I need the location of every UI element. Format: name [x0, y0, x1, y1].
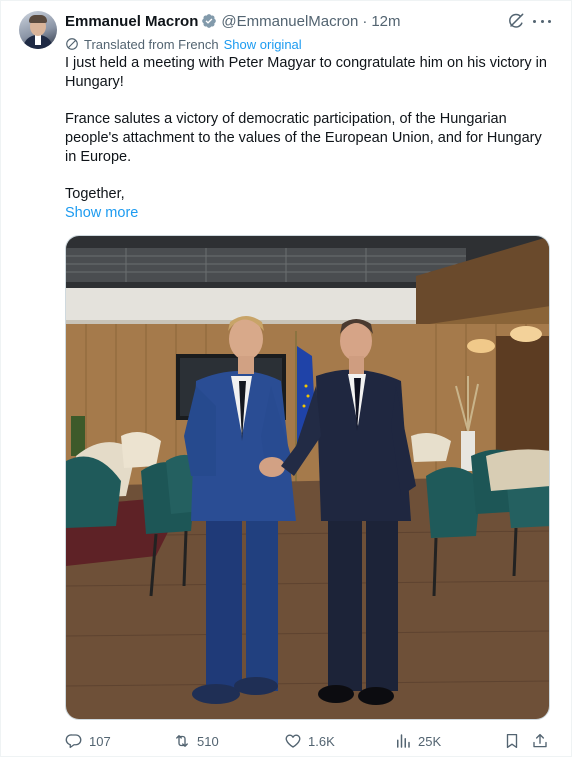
more-icon[interactable] [533, 13, 551, 29]
tweet-card[interactable]: Emmanuel Macron @EmmanuelMacron · 12m Tr… [0, 0, 572, 757]
translate-icon [66, 38, 78, 50]
show-more-link[interactable]: Show more [65, 205, 138, 221]
photo-image [66, 236, 549, 719]
tweet-photo[interactable] [65, 235, 550, 720]
author-handle[interactable]: @EmmanuelMacron [221, 13, 358, 30]
reply-count: 107 [89, 733, 111, 749]
views-button[interactable]: 25K [394, 730, 441, 752]
verified-badge-icon [202, 14, 217, 28]
tweet-header: Emmanuel Macron @EmmanuelMacron · 12m [65, 12, 401, 30]
tweet-paragraph: France salutes a victory of democratic p… [65, 111, 542, 165]
bookmark-button[interactable] [503, 730, 527, 752]
action-bar: 107 510 1.6K 25K [65, 730, 551, 752]
show-original-link[interactable]: Show original [224, 37, 302, 52]
like-icon [285, 734, 301, 748]
share-icon [533, 733, 547, 748]
repost-count: 510 [197, 733, 219, 749]
tweet-text: I just held a meeting with Peter Magyar … [65, 54, 553, 204]
translation-notice: Translated from French Show original [65, 36, 302, 52]
author-name[interactable]: Emmanuel Macron [65, 13, 198, 30]
views-count: 25K [418, 733, 442, 749]
bookmark-icon [506, 733, 518, 749]
repost-icon [176, 735, 188, 747]
separator-dot: · [362, 12, 368, 30]
grok-icon[interactable] [506, 11, 526, 31]
tweet-paragraph: I just held a meeting with Peter Magyar … [65, 55, 547, 90]
repost-button[interactable]: 510 [173, 730, 219, 752]
timestamp[interactable]: 12m [371, 13, 400, 30]
like-button[interactable]: 1.6K [284, 730, 335, 752]
reply-icon [65, 734, 82, 749]
tweet-paragraph: Together, [65, 186, 125, 202]
views-icon [397, 734, 410, 748]
translation-label: Translated from French [84, 36, 219, 52]
reply-button[interactable]: 107 [65, 730, 111, 752]
like-count: 1.6K [308, 733, 335, 749]
share-button[interactable] [531, 730, 555, 752]
avatar[interactable] [19, 11, 57, 49]
